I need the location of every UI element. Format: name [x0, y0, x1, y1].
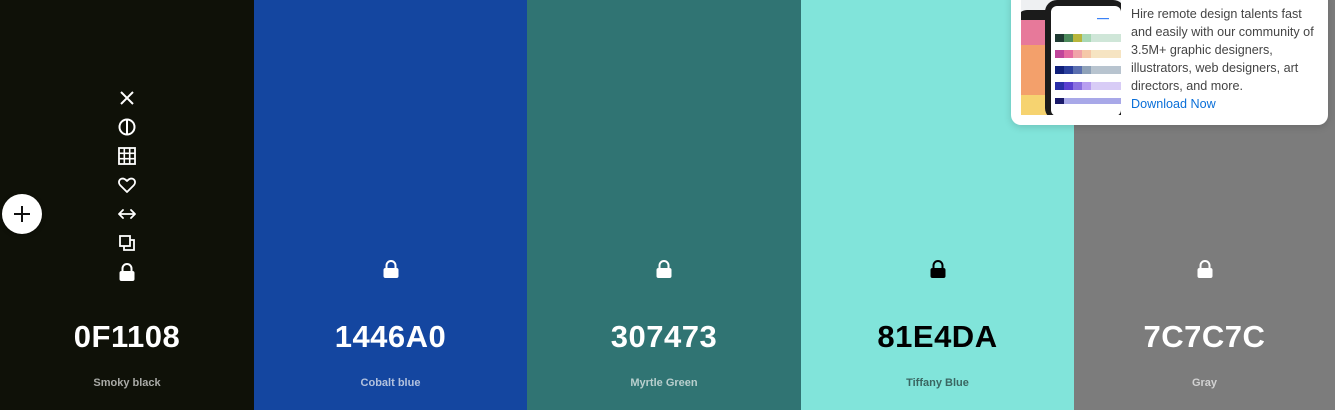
- ad-text-block: Hire remote design talents fast and easi…: [1131, 5, 1321, 113]
- lock-icon[interactable]: [926, 257, 950, 281]
- color-name[interactable]: Gray: [1074, 377, 1335, 389]
- ad-phone-image: [1021, 0, 1121, 115]
- shades-grid-icon[interactable]: [115, 144, 139, 168]
- lock-icon[interactable]: [652, 257, 676, 281]
- download-now-link[interactable]: Download Now: [1131, 95, 1321, 113]
- lock-icon[interactable]: [379, 257, 403, 281]
- color-column-cobalt-blue[interactable]: 1446A0 Cobalt blue: [254, 0, 527, 410]
- color-hex-code[interactable]: 1446A0: [254, 319, 527, 355]
- color-column-myrtle-green[interactable]: 307473 Myrtle Green: [527, 0, 801, 410]
- drag-arrows-icon[interactable]: [115, 202, 139, 226]
- column-toolbar: [0, 86, 254, 284]
- color-name[interactable]: Myrtle Green: [527, 377, 801, 389]
- ad-card[interactable]: Hire remote design talents fast and easi…: [1011, 0, 1328, 125]
- color-hex-code[interactable]: 307473: [527, 319, 801, 355]
- color-hex-code[interactable]: 81E4DA: [801, 319, 1074, 355]
- heart-icon[interactable]: [115, 173, 139, 197]
- contrast-icon[interactable]: [115, 115, 139, 139]
- color-hex-code[interactable]: 0F1108: [0, 319, 254, 355]
- copy-icon[interactable]: [115, 231, 139, 255]
- color-hex-code[interactable]: 7C7C7C: [1074, 319, 1335, 355]
- color-name[interactable]: Smoky black: [0, 377, 254, 389]
- lock-icon[interactable]: [1193, 257, 1217, 281]
- close-icon[interactable]: [115, 86, 139, 110]
- color-name[interactable]: Tiffany Blue: [801, 377, 1074, 389]
- lock-icon[interactable]: [115, 260, 139, 284]
- add-color-button[interactable]: [2, 194, 42, 234]
- color-name[interactable]: Cobalt blue: [254, 377, 527, 389]
- ad-description: Hire remote design talents fast and easi…: [1131, 7, 1314, 93]
- plus-icon: [14, 206, 30, 222]
